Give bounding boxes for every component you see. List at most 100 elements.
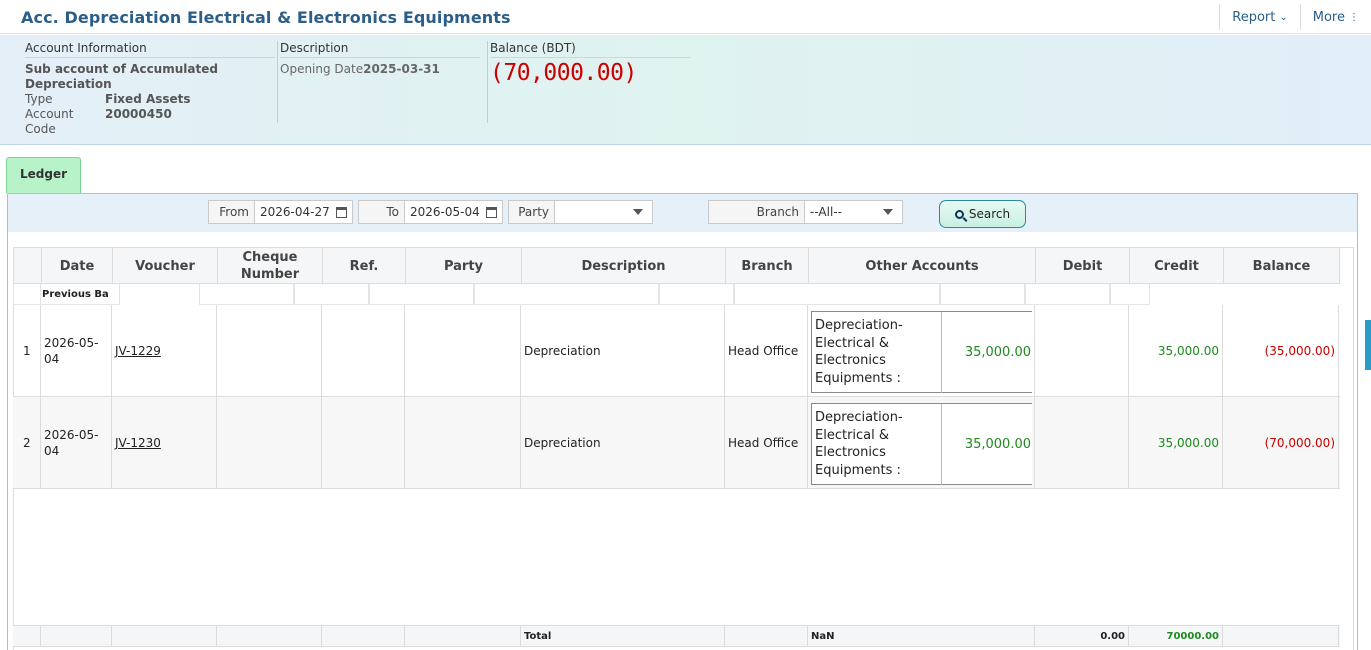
top-actions: Report ⌄ More ⋮ — [1219, 4, 1371, 30]
balance-heading: Balance (BDT) — [490, 41, 690, 58]
prev-cell — [294, 284, 369, 305]
search-button[interactable]: Search — [939, 200, 1026, 228]
type-value: Fixed Assets — [105, 92, 191, 106]
col-description[interactable]: Description — [522, 248, 726, 284]
table-row[interactable]: 1 2026-05-04 JV-1229 Depreciation Head O… — [13, 305, 1340, 397]
chevron-down-icon — [633, 209, 643, 215]
row-ref — [322, 397, 405, 489]
row-date: 2026-05-04 — [41, 397, 112, 489]
row-description: Depreciation — [521, 397, 725, 489]
row-cheque — [217, 305, 322, 397]
row-party — [405, 397, 521, 489]
calendar-icon[interactable] — [336, 206, 347, 218]
calendar-icon[interactable] — [486, 206, 497, 218]
account-info-heading: Account Information — [25, 41, 275, 58]
total-other-accounts: NaN — [808, 626, 1035, 647]
row-branch: Head Office — [725, 305, 808, 397]
col-party[interactable]: Party — [406, 248, 522, 284]
to-date-value: 2026-05-04 — [410, 205, 480, 219]
to-label: To — [359, 201, 405, 223]
from-date-value: 2026-04-27 — [260, 205, 330, 219]
opening-date-label: Opening Date — [280, 62, 364, 76]
more-label: More — [1312, 9, 1345, 25]
type-row: Type Fixed Assets — [25, 92, 275, 107]
col-ref[interactable]: Ref. — [323, 248, 406, 284]
report-label: Report — [1232, 9, 1276, 25]
prev-cell — [474, 284, 659, 305]
description-section: Description Opening Date2025-03-31 — [280, 41, 480, 76]
to-date-field: To 2026-05-04 — [358, 200, 503, 224]
col-other-accounts[interactable]: Other Accounts — [809, 248, 1036, 284]
search-label: Search — [968, 207, 1011, 221]
search-icon — [954, 209, 964, 219]
total-cell — [13, 626, 41, 647]
voucher-link[interactable]: JV-1229 — [115, 344, 161, 358]
row-cheque — [217, 397, 322, 489]
balance-section: Balance (BDT) (70,000.00) — [490, 41, 690, 86]
col-cheque-number[interactable]: Cheque Number — [218, 248, 323, 284]
chevron-down-icon: ⌄ — [1279, 11, 1288, 23]
party-select[interactable] — [555, 209, 652, 215]
divider — [487, 41, 488, 123]
row-balance: (70,000.00) — [1223, 397, 1339, 489]
col-index — [14, 248, 42, 284]
other-accounts-box: Depreciation-Electrical & Electronics Eq… — [811, 311, 1032, 393]
total-cell — [112, 626, 217, 647]
prev-cell — [369, 284, 474, 305]
prev-cell — [659, 284, 734, 305]
table-header: Date Voucher Cheque Number Ref. Party De… — [13, 247, 1340, 284]
voucher-link[interactable]: JV-1230 — [115, 436, 161, 450]
top-bar: Acc. Depreciation Electrical & Electroni… — [0, 0, 1371, 34]
prev-cell — [13, 284, 41, 305]
other-account-name: Depreciation-Electrical & Electronics Eq… — [812, 312, 942, 393]
branch-field: Branch --All-- — [708, 200, 903, 224]
row-balance: (35,000.00) — [1223, 305, 1339, 397]
sub-account-text: Sub account of Accumulated Depreciation — [25, 62, 218, 91]
row-debit — [1035, 305, 1129, 397]
total-cell — [217, 626, 322, 647]
from-date-field: From 2026-04-27 — [208, 200, 353, 224]
row-voucher-cell: JV-1229 — [112, 305, 217, 397]
row-date: 2026-05-04 — [41, 305, 112, 397]
other-accounts-box: Depreciation-Electrical & Electronics Eq… — [811, 403, 1032, 485]
prev-cell — [199, 284, 294, 305]
tab-ledger[interactable]: Ledger — [6, 157, 81, 193]
account-code-row: Account Code 20000450 — [25, 107, 275, 137]
col-branch[interactable]: Branch — [726, 248, 809, 284]
chevron-down-icon — [883, 209, 893, 215]
scroll-indicator[interactable] — [1365, 320, 1371, 370]
to-date-input[interactable]: 2026-05-04 — [405, 205, 502, 219]
party-label: Party — [509, 201, 555, 223]
party-field: Party — [508, 200, 653, 224]
opening-date-value: 2025-03-31 — [363, 62, 440, 76]
branch-value: --All-- — [810, 205, 842, 219]
account-information-section: Account Information Sub account of Accum… — [25, 41, 275, 137]
row-party — [405, 305, 521, 397]
row-debit — [1035, 397, 1129, 489]
branch-label: Branch — [709, 201, 805, 223]
prev-cell — [1025, 284, 1110, 305]
totals-row: Total NaN 0.00 70000.00 — [13, 625, 1340, 647]
account-info-panel: Account Information Sub account of Accum… — [0, 35, 1371, 145]
row-description: Depreciation — [521, 305, 725, 397]
col-voucher[interactable]: Voucher — [113, 248, 218, 284]
col-debit[interactable]: Debit — [1036, 248, 1130, 284]
kebab-menu-icon: ⋮ — [1349, 11, 1359, 23]
total-cell — [405, 626, 521, 647]
col-date[interactable]: Date — [42, 248, 113, 284]
report-button[interactable]: Report ⌄ — [1219, 4, 1300, 30]
other-account-name: Depreciation-Electrical & Electronics Eq… — [812, 404, 942, 485]
row-voucher-cell: JV-1230 — [112, 397, 217, 489]
col-credit[interactable]: Credit — [1130, 248, 1224, 284]
from-label: From — [209, 201, 255, 223]
more-button[interactable]: More ⋮ — [1299, 4, 1371, 30]
divider — [277, 41, 278, 123]
prev-cell — [734, 284, 940, 305]
col-balance[interactable]: Balance — [1224, 248, 1340, 284]
from-date-input[interactable]: 2026-04-27 — [255, 205, 352, 219]
total-label: Total — [521, 626, 725, 647]
table-row[interactable]: 2 2026-05-04 JV-1230 Depreciation Head O… — [13, 397, 1340, 489]
total-debit: 0.00 — [1035, 626, 1129, 647]
branch-select[interactable]: --All-- — [805, 205, 902, 219]
prev-cell — [940, 284, 1025, 305]
